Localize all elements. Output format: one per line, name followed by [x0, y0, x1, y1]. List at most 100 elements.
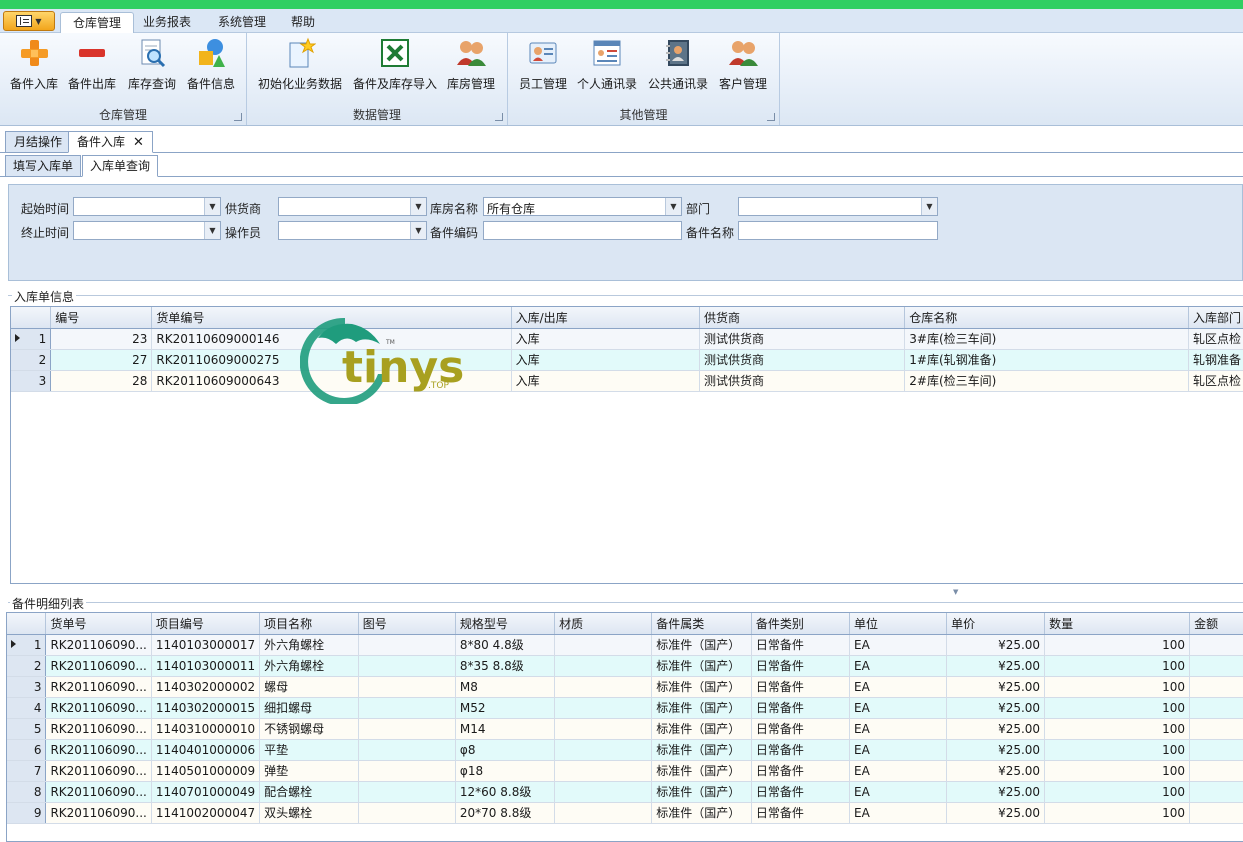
cell[interactable]: 日常备件: [751, 781, 851, 803]
column-header[interactable]: 项目名称: [259, 613, 359, 635]
cell[interactable]: EA: [849, 634, 948, 656]
cell[interactable]: 3#库(检三车间): [904, 328, 1189, 350]
cell[interactable]: 100: [1044, 739, 1191, 761]
row-indicator[interactable]: 6: [7, 739, 47, 761]
cell[interactable]: [358, 760, 456, 782]
tab-reports[interactable]: 业务报表: [131, 12, 203, 33]
cell[interactable]: [358, 655, 456, 677]
cell[interactable]: 标准件（国产）: [651, 739, 752, 761]
cell[interactable]: EA: [849, 781, 948, 803]
cell[interactable]: 1140310000010: [151, 718, 261, 740]
cell[interactable]: ¥25.00: [946, 718, 1046, 740]
row-indicator[interactable]: 1: [11, 328, 52, 350]
receipt-grid[interactable]: 编号 货单编号 入库/出库 供货商 仓库名称 入库部门 1 23 RK20110…: [10, 306, 1243, 584]
column-header[interactable]: 供货商: [699, 307, 906, 329]
cell[interactable]: 1#库(轧钢准备): [904, 349, 1189, 371]
cell[interactable]: RK201106090...: [45, 697, 152, 719]
column-header[interactable]: 项目编号: [151, 613, 261, 635]
close-icon[interactable]: ✕: [133, 135, 144, 150]
cell[interactable]: [554, 760, 653, 782]
operator-combo[interactable]: ▼: [278, 221, 427, 240]
cell[interactable]: 标准件（国产）: [651, 760, 752, 782]
column-header[interactable]: 单价: [946, 613, 1046, 635]
cell[interactable]: 细扣螺母: [259, 697, 359, 719]
table-row[interactable]: 6 RK201106090... 1140401000006 平垫 φ8 标准件（国产）日…: [7, 739, 1243, 761]
cell[interactable]: EA: [849, 802, 948, 824]
cell[interactable]: [554, 802, 653, 824]
cell[interactable]: RK201106090...: [45, 655, 152, 677]
table-row[interactable]: 3 28 RK20110609000643 入库 测试供货商 2#库(检三车间)…: [11, 370, 1243, 392]
cell[interactable]: 标准件（国产）: [651, 718, 752, 740]
cell[interactable]: 标准件（国产）: [651, 634, 752, 656]
cell[interactable]: 标准件（国产）: [651, 781, 752, 803]
import-button[interactable]: 备件及库存导入: [351, 37, 439, 92]
end-time-combo[interactable]: ▼: [73, 221, 221, 240]
column-header[interactable]: 规格型号: [455, 613, 556, 635]
parts-info-button[interactable]: 备件信息: [185, 37, 237, 92]
cell[interactable]: 轧钢准备: [1188, 349, 1243, 371]
cell[interactable]: 日常备件: [751, 739, 851, 761]
part-name-input[interactable]: [738, 221, 938, 240]
cell[interactable]: [358, 634, 456, 656]
row-indicator[interactable]: 4: [7, 697, 47, 719]
cell[interactable]: [358, 781, 456, 803]
cell[interactable]: RK201106090...: [45, 739, 152, 761]
cell[interactable]: 标准件（国产）: [651, 655, 752, 677]
column-header[interactable]: 入库部门: [1188, 307, 1243, 329]
cell[interactable]: M8: [455, 676, 556, 698]
cell[interactable]: ¥25.00: [946, 634, 1046, 656]
row-indicator[interactable]: 3: [7, 676, 47, 698]
stock-query-button[interactable]: 库存查询: [126, 37, 178, 92]
cell[interactable]: 日常备件: [751, 760, 851, 782]
cell[interactable]: [554, 739, 653, 761]
cell[interactable]: EA: [849, 655, 948, 677]
cell[interactable]: 测试供货商: [699, 370, 906, 392]
cell[interactable]: 标准件（国产）: [651, 676, 752, 698]
cell[interactable]: EA: [849, 739, 948, 761]
column-header[interactable]: 备件类别: [751, 613, 851, 635]
cell[interactable]: 1140501000009: [151, 760, 261, 782]
cell[interactable]: 测试供货商: [699, 328, 906, 350]
cell[interactable]: 轧区点检: [1188, 328, 1243, 350]
cell[interactable]: 入库: [511, 370, 700, 392]
part-code-input[interactable]: [483, 221, 682, 240]
cell[interactable]: 8*80 4.8级: [455, 634, 556, 656]
tab-parts-inbound[interactable]: 备件入库 ✕: [68, 131, 153, 153]
cell[interactable]: 28: [50, 370, 153, 392]
table-row[interactable]: 4 RK201106090... 1140302000015 细扣螺母 M52 标准件（国…: [7, 697, 1243, 719]
cell[interactable]: M14: [455, 718, 556, 740]
dialog-launcher-icon[interactable]: [495, 113, 503, 121]
cell[interactable]: [1189, 739, 1243, 761]
cell[interactable]: M52: [455, 697, 556, 719]
table-row[interactable]: 7 RK201106090... 1140501000009 弹垫 φ18 标准件（国产）…: [7, 760, 1243, 782]
cell[interactable]: [358, 739, 456, 761]
cell[interactable]: 100: [1044, 781, 1191, 803]
tab-receipt-query[interactable]: 入库单查询: [82, 155, 159, 177]
cell[interactable]: 配合螺栓: [259, 781, 359, 803]
cell[interactable]: 标准件（国产）: [651, 802, 752, 824]
cell[interactable]: 100: [1044, 760, 1191, 782]
column-header[interactable]: 材质: [554, 613, 653, 635]
cell[interactable]: ¥25.00: [946, 739, 1046, 761]
cell[interactable]: RK201106090...: [45, 676, 152, 698]
cell[interactable]: ¥25.00: [946, 802, 1046, 824]
cell[interactable]: 平垫: [259, 739, 359, 761]
row-indicator[interactable]: 2: [7, 655, 47, 677]
warehouse-manage-button[interactable]: 库房管理: [445, 37, 497, 92]
cell[interactable]: [1189, 697, 1243, 719]
table-row[interactable]: 2 RK201106090... 1140103000011 外六角螺栓 8*35 8.…: [7, 655, 1243, 677]
cell[interactable]: [358, 802, 456, 824]
cell[interactable]: 1140103000017: [151, 634, 261, 656]
column-header[interactable]: 单位: [849, 613, 948, 635]
column-header[interactable]: 入库/出库: [511, 307, 700, 329]
cell[interactable]: 2#库(检三车间): [904, 370, 1189, 392]
cell[interactable]: [1189, 718, 1243, 740]
cell[interactable]: 外六角螺栓: [259, 634, 359, 656]
cell[interactable]: RK201106090...: [45, 760, 152, 782]
parts-outbound-button[interactable]: 备件出库: [66, 37, 118, 92]
cell[interactable]: [1189, 655, 1243, 677]
cell[interactable]: 1141002000047: [151, 802, 261, 824]
cell[interactable]: φ8: [455, 739, 556, 761]
row-indicator[interactable]: 8: [7, 781, 47, 803]
start-time-combo[interactable]: ▼: [73, 197, 221, 216]
